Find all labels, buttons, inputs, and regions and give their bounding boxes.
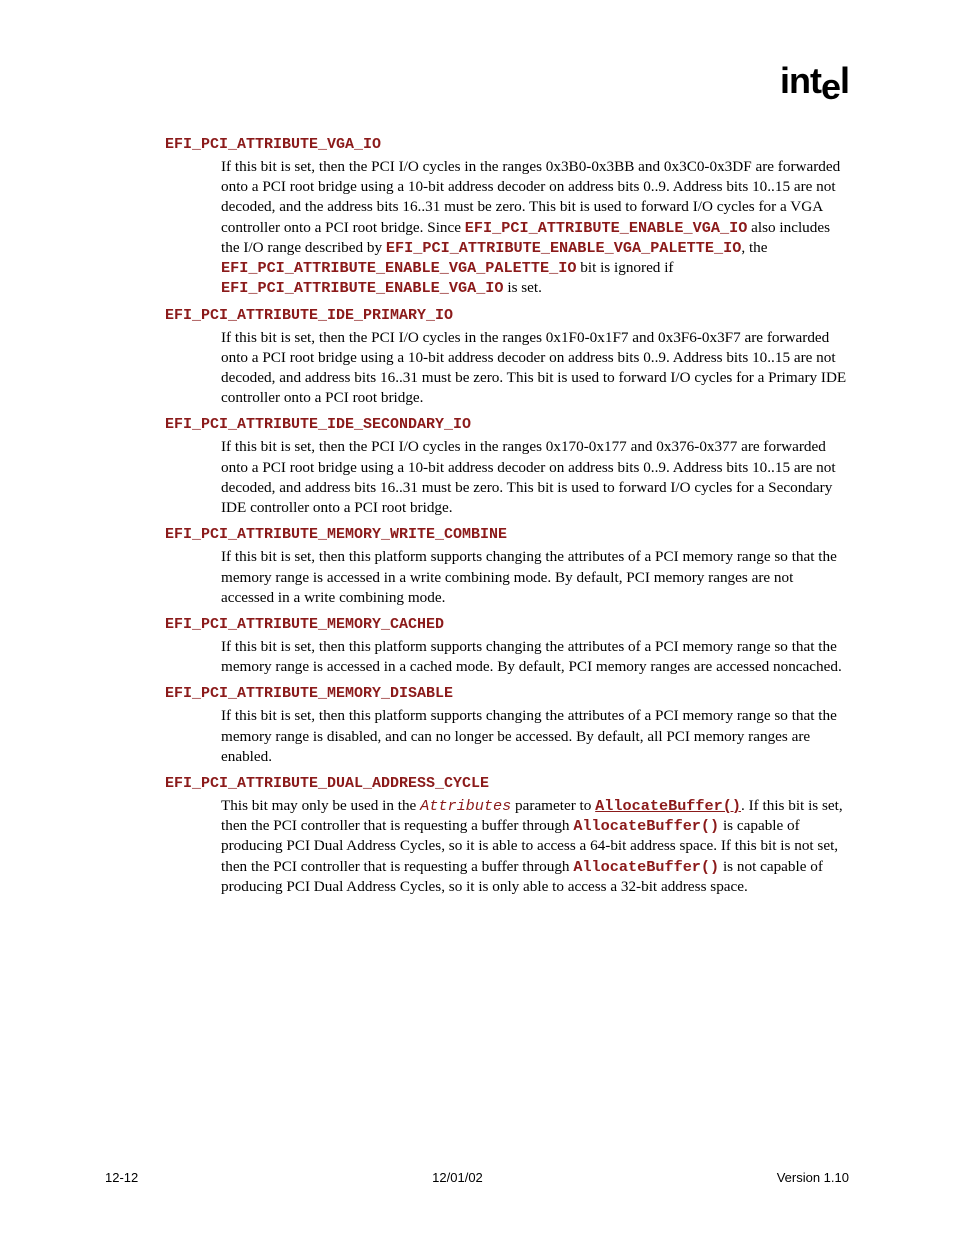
definition-term: EFI_PCI_ATTRIBUTE_MEMORY_CACHED [165, 616, 849, 633]
body-text: parameter to [511, 797, 595, 814]
definition-term: EFI_PCI_ATTRIBUTE_DUAL_ADDRESS_CYCLE [165, 775, 849, 792]
page-footer: 12-12 12/01/02 Version 1.10 [105, 1170, 849, 1185]
definition-description: If this bit is set, then the PCI I/O cyc… [221, 437, 849, 518]
body-text: bit is ignored if [576, 259, 673, 276]
code-identifier: EFI_PCI_ATTRIBUTE_ENABLE_VGA_PALETTE_IO [386, 239, 741, 257]
footer-version: Version 1.10 [777, 1170, 849, 1185]
definition-term: EFI_PCI_ATTRIBUTE_MEMORY_DISABLE [165, 685, 849, 702]
code-identifier: EFI_PCI_ATTRIBUTE_ENABLE_VGA_IO [221, 279, 504, 297]
page-content: intel EFI_PCI_ATTRIBUTE_VGA_IO If this bi… [0, 0, 954, 897]
definition-term: EFI_PCI_ATTRIBUTE_IDE_SECONDARY_IO [165, 416, 849, 433]
body-text: If this bit is set, then the PCI I/O cyc… [221, 329, 846, 407]
code-identifier: AllocateBuffer() [573, 817, 719, 835]
body-text: , the [741, 239, 767, 256]
body-text: If this bit is set, then this platform s… [221, 638, 842, 675]
body-text: is set. [504, 279, 542, 296]
body-text: This bit may only be used in the [221, 797, 420, 814]
definition-description: If this bit is set, then the PCI I/O cyc… [221, 157, 849, 299]
code-identifier: EFI_PCI_ATTRIBUTE_ENABLE_VGA_IO [465, 219, 748, 237]
intel-logo: intel [105, 60, 849, 102]
definition-description: If this bit is set, then this platform s… [221, 637, 849, 677]
body-text: If this bit is set, then this platform s… [221, 707, 837, 764]
body-text: If this bit is set, then the PCI I/O cyc… [221, 438, 836, 516]
definition-term: EFI_PCI_ATTRIBUTE_VGA_IO [165, 136, 849, 153]
code-identifier: AllocateBuffer() [573, 858, 719, 876]
footer-page-number: 12-12 [105, 1170, 138, 1185]
definition-description: This bit may only be used in the Attribu… [221, 796, 849, 897]
definition-description: If this bit is set, then this platform s… [221, 547, 849, 608]
definition-term: EFI_PCI_ATTRIBUTE_IDE_PRIMARY_IO [165, 307, 849, 324]
code-link[interactable]: AllocateBuffer() [595, 797, 741, 815]
footer-date: 12/01/02 [432, 1170, 483, 1185]
definition-term: EFI_PCI_ATTRIBUTE_MEMORY_WRITE_COMBINE [165, 526, 849, 543]
definition-description: If this bit is set, then this platform s… [221, 706, 849, 767]
code-identifier: EFI_PCI_ATTRIBUTE_ENABLE_VGA_PALETTE_IO [221, 259, 576, 277]
code-parameter: Attributes [420, 797, 511, 815]
definition-description: If this bit is set, then the PCI I/O cyc… [221, 328, 849, 409]
body-text: If this bit is set, then this platform s… [221, 548, 837, 605]
